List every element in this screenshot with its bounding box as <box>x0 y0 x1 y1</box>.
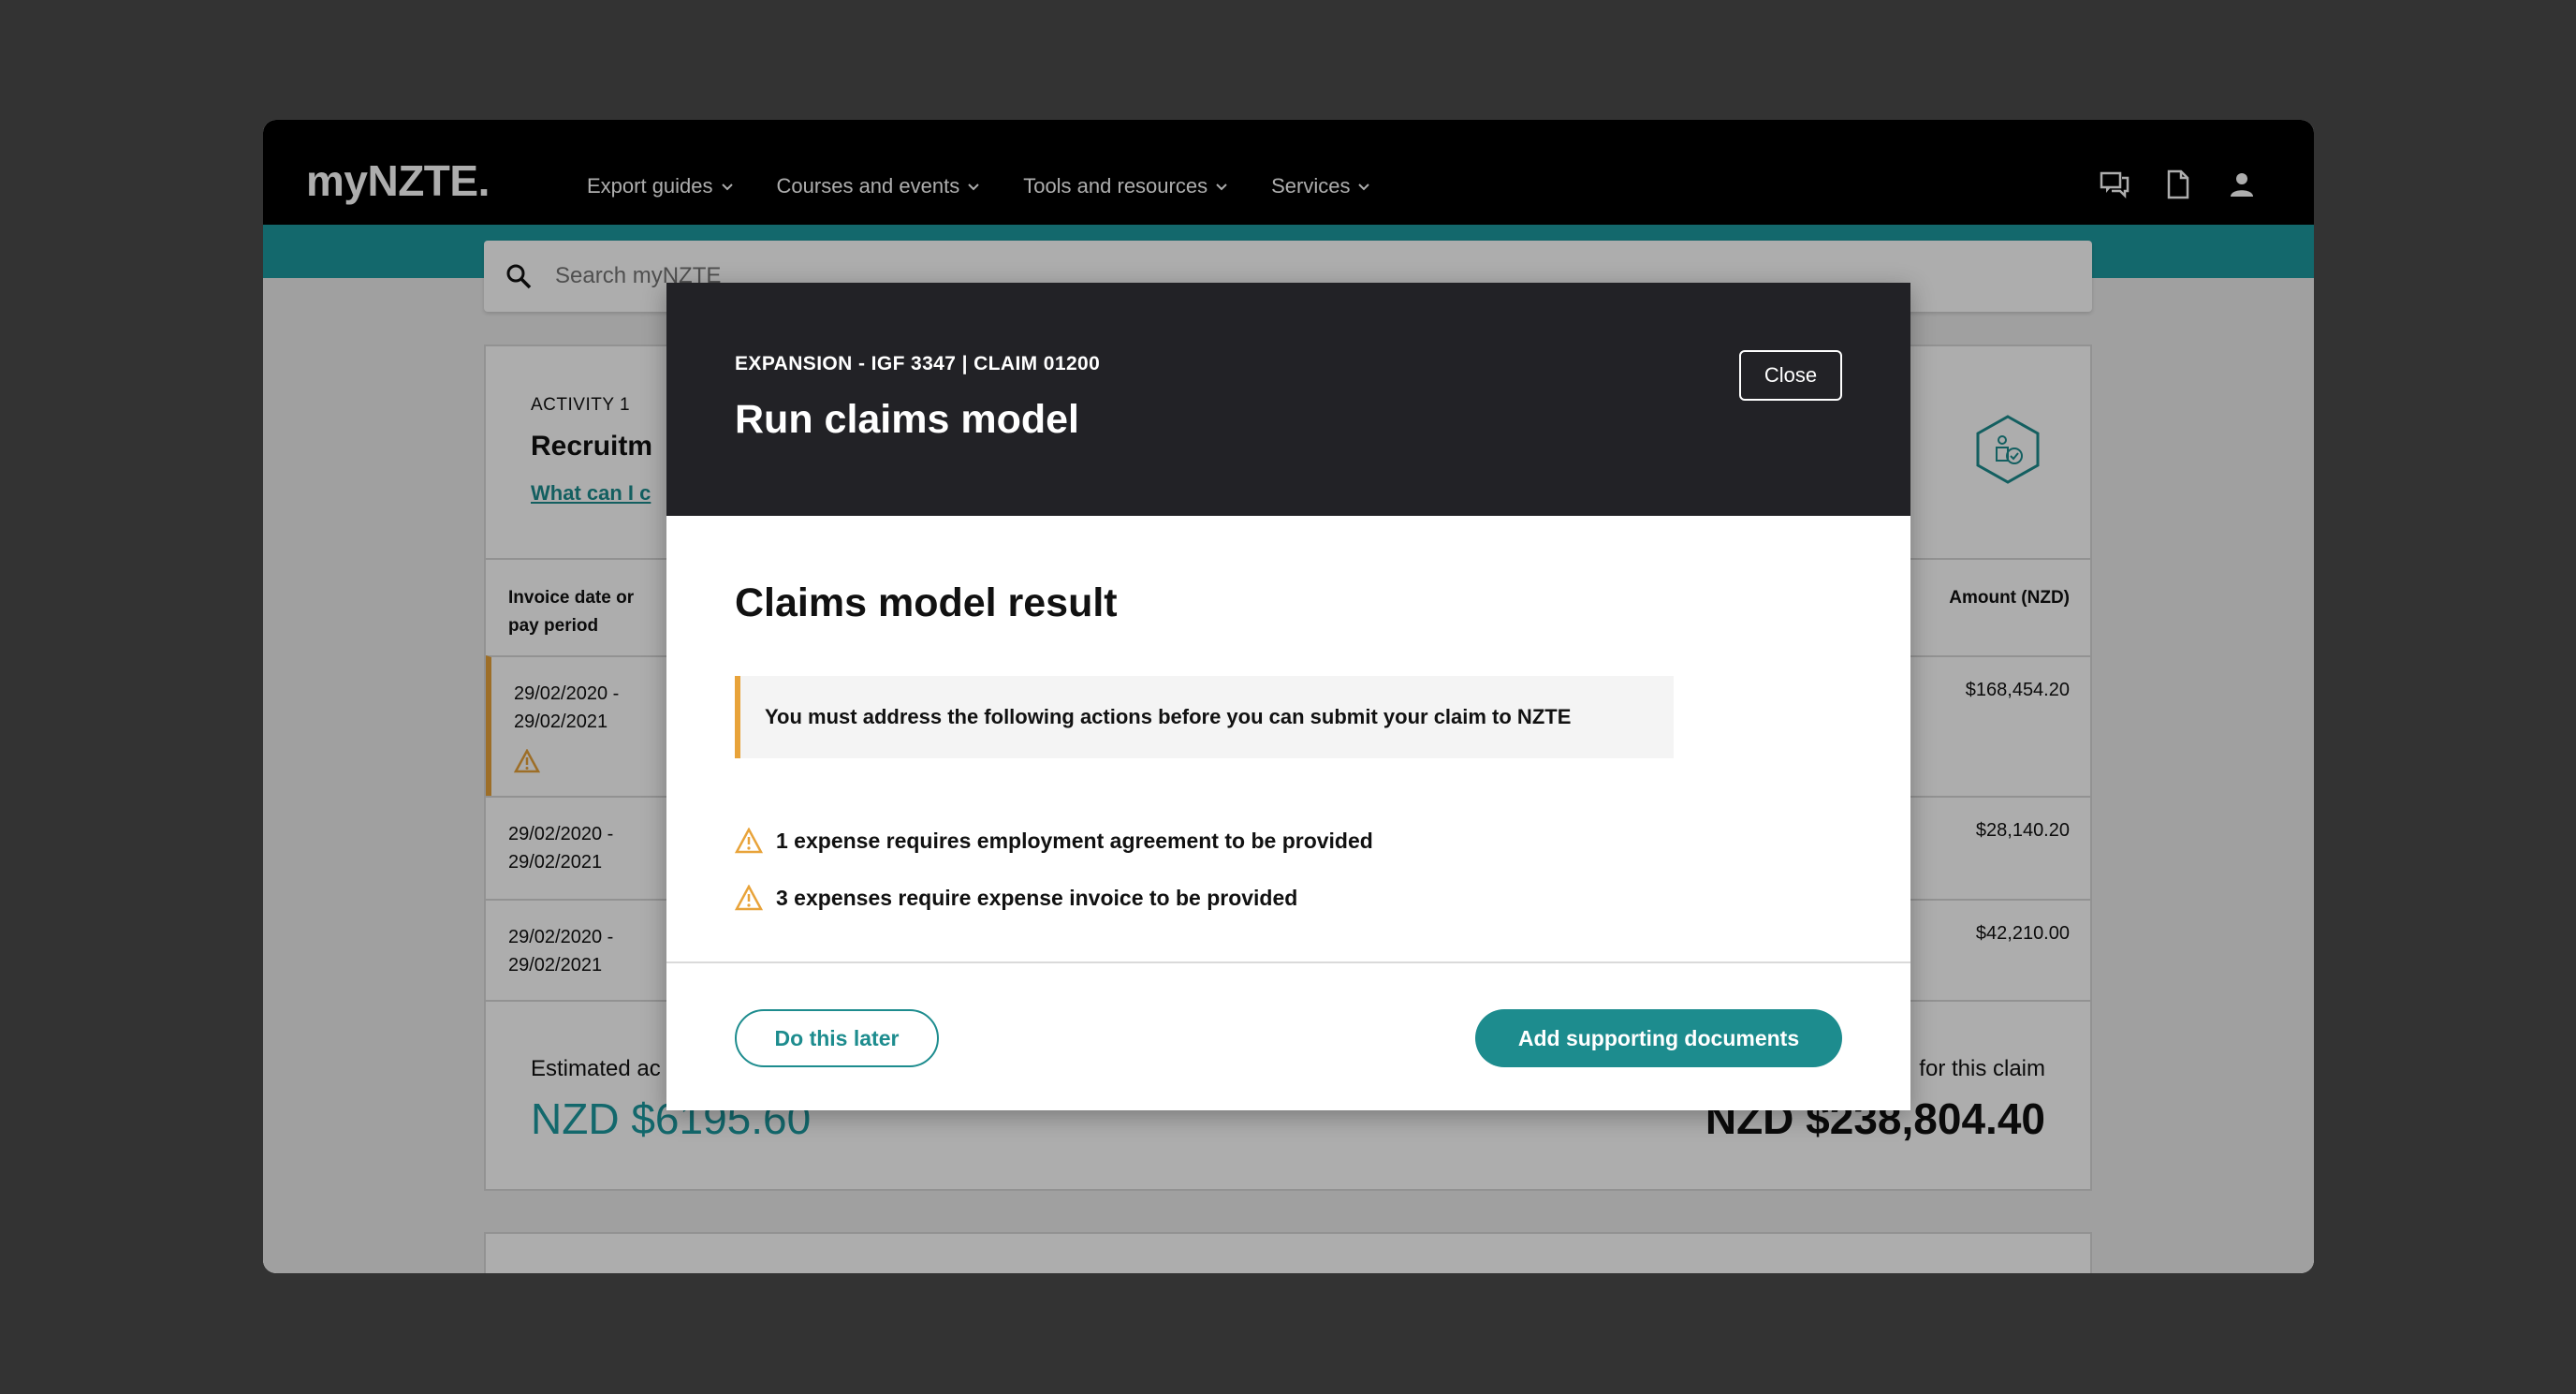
close-button[interactable]: Close <box>1739 350 1842 401</box>
issue-text: 3 expenses require expense invoice to be… <box>776 885 1298 910</box>
issue-item: 1 expense requires employment agreement … <box>735 828 1373 854</box>
issue-item: 3 expenses require expense invoice to be… <box>735 885 1297 911</box>
dialog-eyebrow: EXPANSION - IGF 3347 | CLAIM 01200 <box>735 353 1101 374</box>
run-claims-model-dialog: EXPANSION - IGF 3347 | CLAIM 01200 Run c… <box>666 283 1910 1110</box>
issue-text: 1 expense requires employment agreement … <box>776 828 1373 853</box>
do-this-later-button[interactable]: Do this later <box>735 1009 939 1067</box>
dialog-header: EXPANSION - IGF 3347 | CLAIM 01200 Run c… <box>666 283 1910 516</box>
divider <box>666 961 1910 963</box>
warning-icon <box>735 885 763 911</box>
action-required-alert: You must address the following actions b… <box>735 676 1674 758</box>
dialog-title: Run claims model <box>735 397 1079 442</box>
result-title: Claims model result <box>735 580 1118 625</box>
warning-icon <box>735 828 763 854</box>
alert-text: You must address the following actions b… <box>765 705 1572 728</box>
add-supporting-documents-button[interactable]: Add supporting documents <box>1475 1009 1842 1067</box>
